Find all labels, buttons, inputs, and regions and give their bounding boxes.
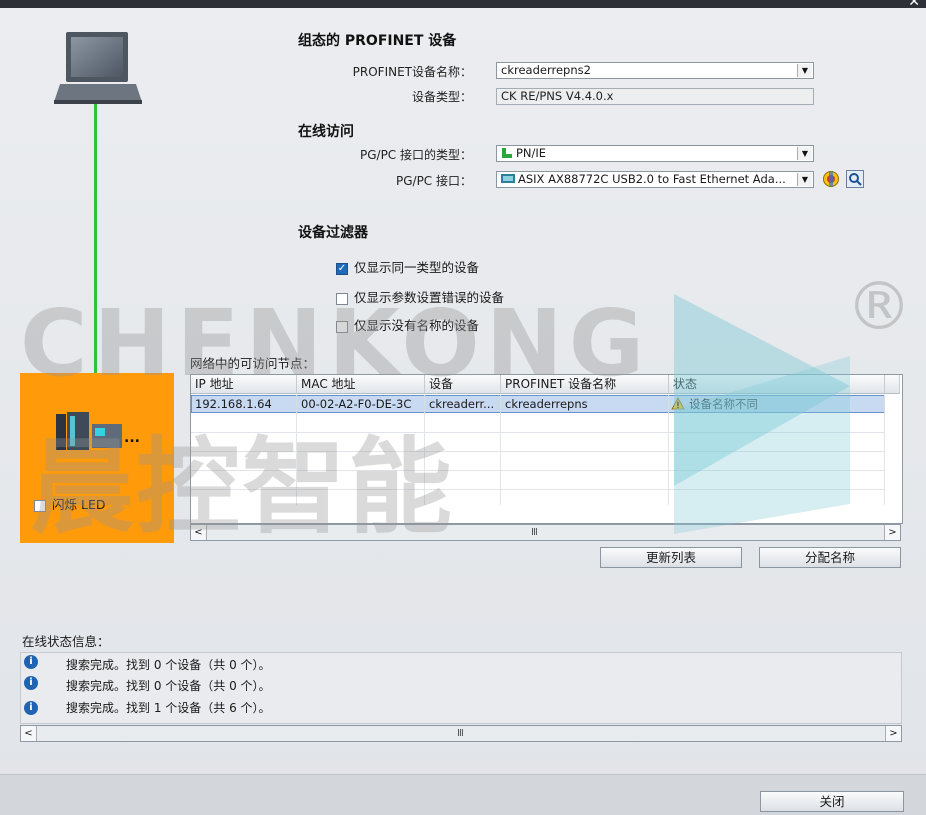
assign-name-button[interactable]: 分配名称 [759,547,901,568]
col-status[interactable]: 状态 [669,375,885,394]
configured-device-heading: 组态的 PROFINET 设备 [298,33,457,49]
col-ip[interactable]: IP 地址 [191,375,297,394]
col-spacer [885,375,900,394]
pgpc-iface-label: PG/PC 接口： [395,174,472,188]
filter-same-type-label: 仅显示同一类型的设备 [354,260,480,275]
title-bar: ✕ [0,0,926,10]
online-status-caption: 在线状态信息： [22,634,110,649]
row-mac: 00-02-A2-F0-DE-3C [297,395,425,413]
device-name-combo[interactable]: ckreaderrepns2 ▼ [496,62,814,79]
scroll-thumb-grip: Ⅲ [457,728,464,739]
filter-same-type-checkbox[interactable]: ✓ [336,262,348,275]
row-ip: 192.168.1.64 [191,395,297,413]
filter-same-type[interactable]: ✓ 仅显示同一类型的设备 [336,257,479,276]
filter-param-error-label: 仅显示参数设置错误的设备 [354,290,505,305]
status-message: 搜索完成。找到 0 个设备（共 0 个）。 [66,658,271,672]
device-name-value: ckreaderrepns2 [501,63,591,77]
network-card-icon [501,174,515,183]
flash-led-toggle[interactable]: 闪烁 LED [34,494,105,513]
close-button[interactable]: 关闭 [760,791,904,812]
connection-status-icon[interactable] [822,170,840,188]
row-status: 设备名称不同 [669,395,885,413]
status-message: 搜索完成。找到 0 个设备（共 0 个）。 [66,679,271,693]
accessible-nodes-caption: 网络中的可访问节点： [190,356,316,371]
pgpc-iface-value: ASIX AX88772C USB2.0 to Fast Ethernet Ad… [518,172,786,186]
status-horizontal-scrollbar[interactable]: < Ⅲ > [20,725,902,742]
filter-param-error-checkbox[interactable] [336,292,348,305]
row-status-text: 设备名称不同 [689,397,758,411]
scroll-left-icon[interactable]: < [191,525,207,540]
col-mac[interactable]: MAC 地址 [297,375,425,394]
filter-no-name-checkbox[interactable] [336,320,348,333]
pgpc-type-value: PN/IE [516,146,547,160]
dropdown-arrow-icon[interactable]: ▼ [797,64,812,77]
scroll-right-icon[interactable]: > [884,525,900,540]
pgpc-type-combo[interactable]: PN/IE ▼ [496,145,814,162]
laptop-icon [54,32,142,104]
row-device: ckreaderr... [425,395,501,413]
dropdown-arrow-icon[interactable]: ▼ [797,147,812,160]
device-type-field: CK RE/PNS V4.4.0.x [496,88,814,105]
device-ellipsis: ... [124,430,140,446]
status-message: 搜索完成。找到 1 个设备（共 6 个）。 [66,701,271,715]
filter-param-error[interactable]: 仅显示参数设置错误的设备 [336,287,504,306]
row-profinet-name: ckreaderrepns [501,395,669,413]
online-access-heading: 在线访问 [298,124,354,140]
accessible-nodes-table[interactable]: IP 地址 MAC 地址 设备 PROFINET 设备名称 状态 192.168… [190,374,903,524]
info-icon: i [24,701,38,715]
col-profinet-name[interactable]: PROFINET 设备名称 [501,375,669,394]
filter-no-name-label: 仅显示没有名称的设备 [354,318,480,333]
search-device-icon[interactable] [846,170,864,188]
filter-no-name[interactable]: 仅显示没有名称的设备 [336,315,479,334]
pnie-icon [502,148,512,158]
dropdown-arrow-icon[interactable]: ▼ [797,173,812,186]
scroll-right-icon[interactable]: > [885,726,901,741]
info-icon: i [24,676,38,690]
pgpc-type-label: PG/PC 接口的类型： [359,148,472,162]
device-panel [20,373,174,543]
warning-icon [671,397,685,410]
update-list-button[interactable]: 更新列表 [600,547,742,568]
device-name-label: PROFINET设备名称： [352,65,472,79]
scroll-left-icon[interactable]: < [21,726,37,741]
col-device[interactable]: 设备 [425,375,501,394]
device-filter-heading: 设备过滤器 [298,225,368,241]
flash-led-checkbox[interactable] [34,499,46,512]
info-icon: i [24,655,38,669]
device-type-label: 设备类型： [411,90,472,104]
flash-led-label: 闪烁 LED [52,497,106,512]
nodes-horizontal-scrollbar[interactable]: < Ⅲ > [190,524,901,541]
pgpc-iface-combo[interactable]: ASIX AX88772C USB2.0 to Fast Ethernet Ad… [496,171,814,188]
scroll-thumb-grip: Ⅲ [531,527,538,538]
